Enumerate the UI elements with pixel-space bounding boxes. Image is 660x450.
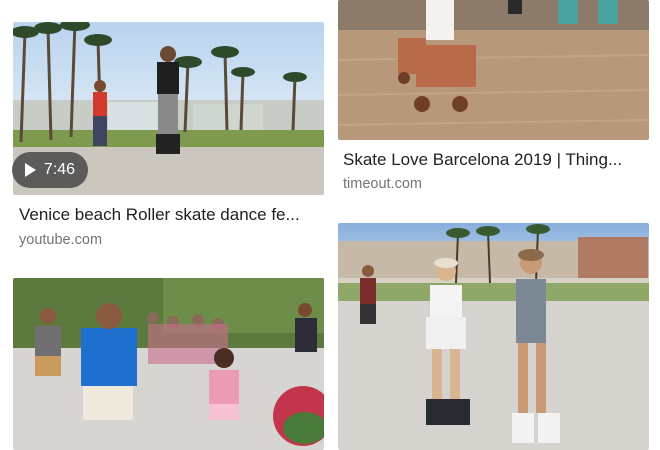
thumbnail-family-image — [13, 278, 324, 450]
result-title-barcelona[interactable]: Skate Love Barcelona 2019 | Thing... — [343, 150, 643, 170]
thumbnail-boardwalk[interactable] — [338, 223, 649, 450]
thumbnail-barcelona-image — [338, 0, 649, 140]
video-duration-badge[interactable]: 7:46 — [12, 152, 88, 188]
thumbnail-family[interactable] — [13, 278, 324, 450]
result-source-venice[interactable]: youtube.com — [19, 232, 102, 248]
result-source-barcelona[interactable]: timeout.com — [343, 176, 422, 192]
play-icon — [24, 163, 36, 177]
video-duration: 7:46 — [43, 161, 76, 178]
thumbnail-boardwalk-image — [338, 223, 649, 450]
result-title-venice[interactable]: Venice beach Roller skate dance fe... — [19, 205, 319, 225]
thumbnail-barcelona[interactable] — [338, 0, 649, 140]
